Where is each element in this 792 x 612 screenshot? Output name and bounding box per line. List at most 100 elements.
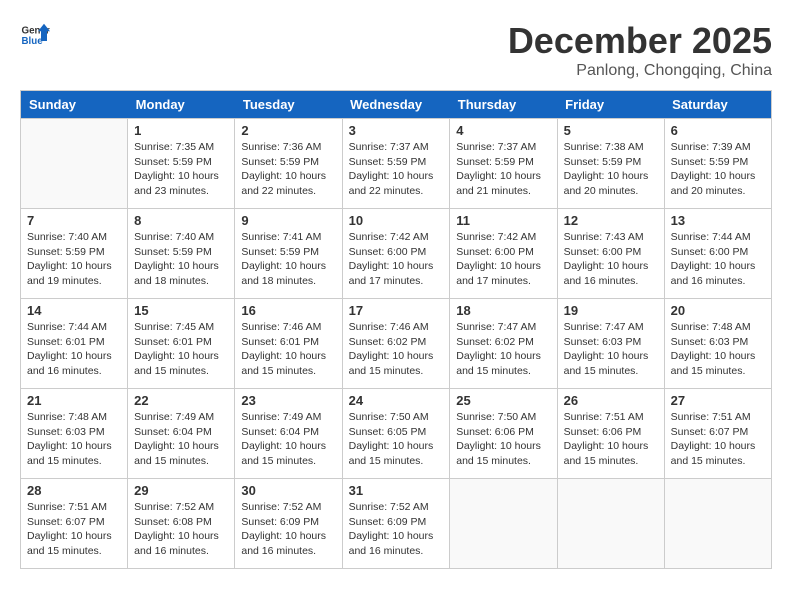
calendar-cell: 29 Sunrise: 7:52 AMSunset: 6:08 PMDayligh… xyxy=(128,479,235,569)
day-info: Sunrise: 7:46 AMSunset: 6:02 PMDaylight:… xyxy=(349,320,444,379)
day-number: 11 xyxy=(456,213,550,228)
day-number: 25 xyxy=(456,393,550,408)
calendar-cell: 15Sunrise: 7:45 AMSunset: 6:01 PMDayligh… xyxy=(128,299,235,389)
column-header-friday: Friday xyxy=(557,91,664,119)
calendar-cell: 18 Sunrise: 7:47 AMSunset: 6:02 PMDayligh… xyxy=(450,299,557,389)
month-title: December 2025 xyxy=(508,20,772,62)
day-number: 6 xyxy=(671,123,765,138)
column-header-tuesday: Tuesday xyxy=(235,91,342,119)
day-number: 29 xyxy=(134,483,228,498)
day-number: 30 xyxy=(241,483,335,498)
calendar-cell: 23 Sunrise: 7:49 AMSunset: 6:04 PMDayligh… xyxy=(235,389,342,479)
day-info: Sunrise: 7:40 AMSunset: 5:59 PMDaylight:… xyxy=(134,230,228,289)
column-header-wednesday: Wednesday xyxy=(342,91,450,119)
day-info: Sunrise: 7:51 AMSunset: 6:07 PMDaylight:… xyxy=(27,500,121,559)
day-info: Sunrise: 7:42 AMSunset: 6:00 PMDaylight:… xyxy=(349,230,444,289)
logo-icon: General Blue xyxy=(20,20,50,50)
calendar-cell xyxy=(557,479,664,569)
day-info: Sunrise: 7:50 AMSunset: 6:05 PMDaylight:… xyxy=(349,410,444,469)
day-number: 18 xyxy=(456,303,550,318)
title-area: December 2025 Panlong, Chongqing, China xyxy=(508,20,772,80)
calendar-cell: 31Sunrise: 7:52 AMSunset: 6:09 PMDayligh… xyxy=(342,479,450,569)
day-info: Sunrise: 7:44 AMSunset: 6:01 PMDaylight:… xyxy=(27,320,121,379)
day-number: 4 xyxy=(456,123,550,138)
week-row-5: 28 Sunrise: 7:51 AMSunset: 6:07 PMDayligh… xyxy=(21,479,772,569)
calendar-cell: 2 Sunrise: 7:36 AMSunset: 5:59 PMDaylight… xyxy=(235,119,342,209)
day-number: 28 xyxy=(27,483,121,498)
day-number: 16 xyxy=(241,303,335,318)
day-info: Sunrise: 7:48 AMSunset: 6:03 PMDaylight:… xyxy=(671,320,765,379)
calendar-cell: 22Sunrise: 7:49 AMSunset: 6:04 PMDayligh… xyxy=(128,389,235,479)
calendar-cell: 17 Sunrise: 7:46 AMSunset: 6:02 PMDayligh… xyxy=(342,299,450,389)
day-info: Sunrise: 7:48 AMSunset: 6:03 PMDaylight:… xyxy=(27,410,121,469)
day-number: 3 xyxy=(349,123,444,138)
calendar-table: SundayMondayTuesdayWednesdayThursdayFrid… xyxy=(20,90,772,569)
day-info: Sunrise: 7:47 AMSunset: 6:02 PMDaylight:… xyxy=(456,320,550,379)
day-info: Sunrise: 7:37 AMSunset: 5:59 PMDaylight:… xyxy=(349,140,444,199)
calendar-cell: 30 Sunrise: 7:52 AMSunset: 6:09 PMDayligh… xyxy=(235,479,342,569)
day-number: 26 xyxy=(564,393,658,408)
day-info: Sunrise: 7:47 AMSunset: 6:03 PMDaylight:… xyxy=(564,320,658,379)
location-title: Panlong, Chongqing, China xyxy=(508,62,772,80)
calendar-cell: 28 Sunrise: 7:51 AMSunset: 6:07 PMDayligh… xyxy=(21,479,128,569)
calendar-cell: 9 Sunrise: 7:41 AMSunset: 5:59 PMDaylight… xyxy=(235,209,342,299)
calendar-cell: 5 Sunrise: 7:38 AMSunset: 5:59 PMDaylight… xyxy=(557,119,664,209)
day-number: 13 xyxy=(671,213,765,228)
day-number: 23 xyxy=(241,393,335,408)
calendar-cell: 7 Sunrise: 7:40 AMSunset: 5:59 PMDaylight… xyxy=(21,209,128,299)
day-info: Sunrise: 7:49 AMSunset: 6:04 PMDaylight:… xyxy=(241,410,335,469)
header-row: SundayMondayTuesdayWednesdayThursdayFrid… xyxy=(21,91,772,119)
day-number: 5 xyxy=(564,123,658,138)
day-info: Sunrise: 7:38 AMSunset: 5:59 PMDaylight:… xyxy=(564,140,658,199)
day-info: Sunrise: 7:36 AMSunset: 5:59 PMDaylight:… xyxy=(241,140,335,199)
page-header: General Blue December 2025 Panlong, Chon… xyxy=(20,20,772,80)
day-number: 7 xyxy=(27,213,121,228)
day-info: Sunrise: 7:43 AMSunset: 6:00 PMDaylight:… xyxy=(564,230,658,289)
day-number: 19 xyxy=(564,303,658,318)
day-number: 15 xyxy=(134,303,228,318)
day-number: 22 xyxy=(134,393,228,408)
day-info: Sunrise: 7:52 AMSunset: 6:08 PMDaylight:… xyxy=(134,500,228,559)
day-info: Sunrise: 7:50 AMSunset: 6:06 PMDaylight:… xyxy=(456,410,550,469)
week-row-4: 21 Sunrise: 7:48 AMSunset: 6:03 PMDayligh… xyxy=(21,389,772,479)
calendar-cell: 4 Sunrise: 7:37 AMSunset: 5:59 PMDaylight… xyxy=(450,119,557,209)
calendar-cell: 21 Sunrise: 7:48 AMSunset: 6:03 PMDayligh… xyxy=(21,389,128,479)
calendar-cell xyxy=(450,479,557,569)
day-number: 14 xyxy=(27,303,121,318)
day-number: 9 xyxy=(241,213,335,228)
day-number: 31 xyxy=(349,483,444,498)
day-info: Sunrise: 7:37 AMSunset: 5:59 PMDaylight:… xyxy=(456,140,550,199)
day-number: 27 xyxy=(671,393,765,408)
calendar-cell: 13Sunrise: 7:44 AMSunset: 6:00 PMDayligh… xyxy=(664,209,771,299)
week-row-2: 7 Sunrise: 7:40 AMSunset: 5:59 PMDaylight… xyxy=(21,209,772,299)
column-header-monday: Monday xyxy=(128,91,235,119)
calendar-cell: 12Sunrise: 7:43 AMSunset: 6:00 PMDayligh… xyxy=(557,209,664,299)
calendar-cell: 26Sunrise: 7:51 AMSunset: 6:06 PMDayligh… xyxy=(557,389,664,479)
week-row-1: 1Sunrise: 7:35 AMSunset: 5:59 PMDaylight… xyxy=(21,119,772,209)
calendar-cell: 24 Sunrise: 7:50 AMSunset: 6:05 PMDayligh… xyxy=(342,389,450,479)
column-header-sunday: Sunday xyxy=(21,91,128,119)
day-info: Sunrise: 7:51 AMSunset: 6:07 PMDaylight:… xyxy=(671,410,765,469)
day-info: Sunrise: 7:41 AMSunset: 5:59 PMDaylight:… xyxy=(241,230,335,289)
day-info: Sunrise: 7:40 AMSunset: 5:59 PMDaylight:… xyxy=(27,230,121,289)
day-info: Sunrise: 7:46 AMSunset: 6:01 PMDaylight:… xyxy=(241,320,335,379)
day-number: 2 xyxy=(241,123,335,138)
day-number: 21 xyxy=(27,393,121,408)
day-info: Sunrise: 7:52 AMSunset: 6:09 PMDaylight:… xyxy=(241,500,335,559)
calendar-cell: 25 Sunrise: 7:50 AMSunset: 6:06 PMDayligh… xyxy=(450,389,557,479)
calendar-cell: 27 Sunrise: 7:51 AMSunset: 6:07 PMDayligh… xyxy=(664,389,771,479)
calendar-cell: 11 Sunrise: 7:42 AMSunset: 6:00 PMDayligh… xyxy=(450,209,557,299)
calendar-cell: 16 Sunrise: 7:46 AMSunset: 6:01 PMDayligh… xyxy=(235,299,342,389)
calendar-cell: 3 Sunrise: 7:37 AMSunset: 5:59 PMDaylight… xyxy=(342,119,450,209)
day-number: 17 xyxy=(349,303,444,318)
calendar-cell xyxy=(21,119,128,209)
calendar-cell: 1Sunrise: 7:35 AMSunset: 5:59 PMDaylight… xyxy=(128,119,235,209)
calendar-cell: 8 Sunrise: 7:40 AMSunset: 5:59 PMDaylight… xyxy=(128,209,235,299)
day-number: 10 xyxy=(349,213,444,228)
day-number: 24 xyxy=(349,393,444,408)
day-info: Sunrise: 7:42 AMSunset: 6:00 PMDaylight:… xyxy=(456,230,550,289)
day-number: 8 xyxy=(134,213,228,228)
svg-text:Blue: Blue xyxy=(22,36,44,47)
calendar-cell: 14 Sunrise: 7:44 AMSunset: 6:01 PMDayligh… xyxy=(21,299,128,389)
column-header-saturday: Saturday xyxy=(664,91,771,119)
